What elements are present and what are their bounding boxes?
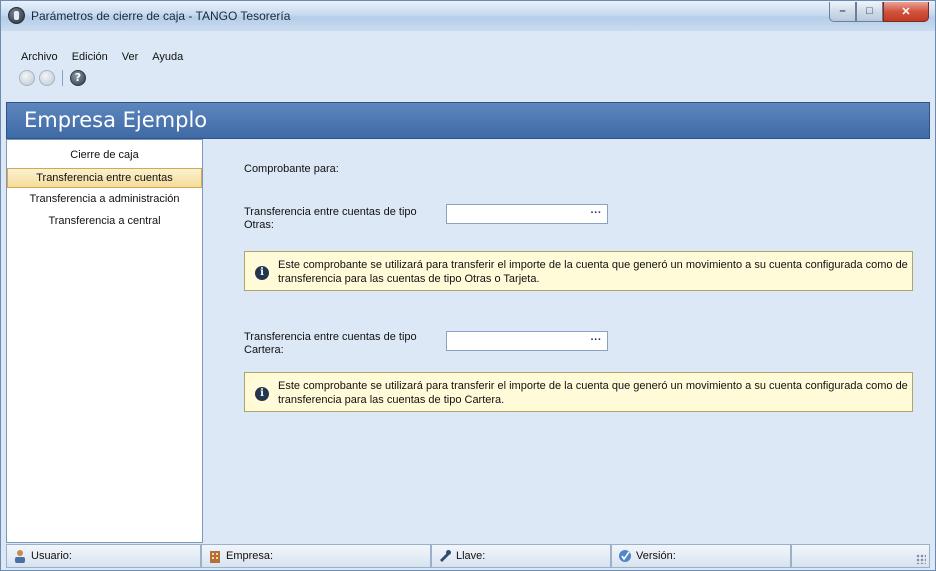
version-icon (619, 550, 631, 562)
sidebar-item-cierre-de-caja[interactable]: Cierre de caja (7, 146, 202, 166)
cartera-browse-button[interactable]: ··· (587, 333, 605, 349)
title-bar[interactable]: Parámetros de cierre de caja - TANGO Tes… (1, 1, 935, 31)
cartera-comprobante-field[interactable]: ··· (446, 331, 608, 351)
otras-info-text: Este comprobante se utilizará para trans… (278, 259, 908, 285)
sidebar-item-transferencia-a-administracion[interactable]: Transferencia a administración (7, 190, 202, 210)
sidebar: Cierre de caja Transferencia entre cuent… (6, 139, 203, 543)
cartera-info-box: i Este comprobante se utilizará para tra… (244, 372, 913, 412)
close-icon: ✕ (901, 6, 911, 18)
status-usuario-label: Usuario: (31, 550, 72, 562)
cancel-button[interactable] (39, 70, 55, 86)
status-llave-label: Llave: (456, 550, 486, 562)
window-controls: – □ ✕ (829, 2, 929, 22)
status-empresa: Empresa: (201, 544, 431, 568)
status-bar: Usuario: Empresa: Llave: Versión: (6, 544, 930, 568)
company-banner: Empresa Ejemplo (6, 102, 930, 139)
maximize-button[interactable]: □ (856, 2, 883, 22)
tango-app-icon (8, 7, 25, 24)
info-icon: i (255, 266, 269, 280)
menu-archivo[interactable]: Archivo (21, 51, 58, 63)
help-icon: ? (74, 71, 82, 84)
otras-info-box: i Este comprobante se utilizará para tra… (244, 251, 913, 291)
sidebar-item-transferencia-a-central[interactable]: Transferencia a central (7, 212, 202, 232)
status-extra (791, 544, 930, 568)
maximize-icon: □ (866, 5, 873, 17)
accept-button[interactable] (19, 70, 35, 86)
company-name: Empresa Ejemplo (24, 108, 208, 132)
otras-comprobante-field[interactable]: ··· (446, 204, 608, 224)
section-heading: Comprobante para: (244, 163, 339, 175)
user-icon (15, 550, 25, 563)
cartera-label: Transferencia entre cuentas de tipo Cart… (244, 331, 417, 356)
status-usuario: Usuario: (6, 544, 201, 568)
menu-ayuda[interactable]: Ayuda (152, 51, 183, 63)
building-icon (210, 551, 220, 563)
main-panel: Comprobante para: Transferencia entre cu… (207, 139, 930, 543)
menu-edicion[interactable]: Edición (72, 51, 108, 63)
close-button[interactable]: ✕ (883, 2, 929, 22)
resize-grip[interactable] (916, 554, 926, 564)
cartera-info-text: Este comprobante se utilizará para trans… (278, 380, 908, 406)
toolbar-separator (62, 70, 63, 86)
app-window: Parámetros de cierre de caja - TANGO Tes… (0, 0, 936, 571)
menu-bar: Archivo Edición Ver Ayuda (21, 51, 183, 63)
key-icon (440, 550, 451, 562)
status-version: Versión: (611, 544, 791, 568)
status-llave: Llave: (431, 544, 611, 568)
otras-label: Transferencia entre cuentas de tipo Otra… (244, 206, 417, 231)
status-version-label: Versión: (636, 550, 676, 562)
help-button[interactable]: ? (70, 70, 86, 86)
sidebar-item-transferencia-entre-cuentas[interactable]: Transferencia entre cuentas (7, 168, 202, 188)
menu-ver[interactable]: Ver (122, 51, 139, 63)
otras-browse-button[interactable]: ··· (587, 206, 605, 222)
info-icon: i (255, 387, 269, 401)
window-title: Parámetros de cierre de caja - TANGO Tes… (31, 9, 291, 23)
status-empresa-label: Empresa: (226, 550, 274, 562)
minimize-button[interactable]: – (829, 2, 856, 22)
minimize-icon: – (839, 5, 846, 17)
toolbar: ? (19, 70, 86, 86)
